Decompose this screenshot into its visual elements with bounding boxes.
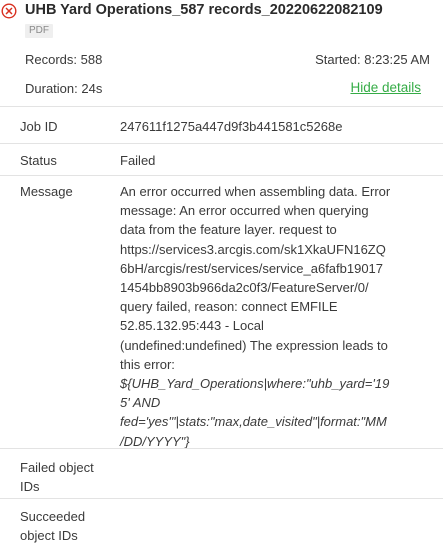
format-badge: PDF [25, 24, 53, 38]
detail-row-job-id: Job ID 247611f1275a447d9f3b441581c5268e [0, 106, 443, 144]
detail-row-succeeded-object-ids: Succeeded object IDs [0, 498, 443, 551]
status-label: Status [20, 153, 57, 168]
detail-row-failed-object-ids: Failed object IDs [0, 448, 443, 499]
hide-details-link[interactable]: Hide details [350, 80, 421, 95]
succeeded-object-ids-label: Succeeded object IDs [20, 509, 86, 543]
message-line: this error: [120, 356, 175, 372]
status-value: Failed [120, 153, 156, 168]
message-expression-line: 5' AND [120, 395, 161, 411]
message-line: (undefined:undefined) The expression lea… [120, 337, 388, 353]
message-line: 52.85.132.95:443 - Local [120, 318, 264, 334]
duration: Duration: 24s [25, 81, 103, 96]
detail-row-message: Message An error occurred when assemblin… [0, 175, 443, 449]
started-time: Started: 8:23:25 AM [315, 52, 430, 67]
message-line: 6bH/arcgis/rest/services/service_a6fafb1… [120, 260, 384, 276]
message-label: Message [20, 184, 73, 199]
message-line: query failed, reason: connect EMFILE [120, 299, 338, 315]
detail-row-status: Status Failed [0, 143, 443, 176]
message-expression-line: fed='yes'"|stats:"max,date_visited"|form… [120, 414, 387, 430]
job-id-value: 247611f1275a447d9f3b441581c5268e [120, 119, 343, 134]
job-title: UHB Yard Operations_587 records_20220622… [25, 2, 383, 18]
job-header: UHB Yard Operations_587 records_20220622… [0, 0, 443, 106]
records-count: Records: 588 [25, 52, 103, 67]
message-expression-line: ${UHB_Yard_Operations|where:"uhb_yard='1… [120, 376, 390, 392]
message-line: message: An error occurred when querying [120, 203, 369, 219]
message-line: An error occurred when assembling data. … [120, 184, 391, 199]
failed-object-ids-label: Failed object IDs [20, 460, 94, 494]
message-line: data from the feature layer. request to [120, 222, 337, 238]
message-line: https://services3.arcgis.com/sk1XkaUFN16… [120, 241, 386, 257]
message-line: 1454bb8903b966da2c0f3/FeatureServer/0/ [120, 280, 369, 296]
error-circle-x-icon [1, 3, 17, 19]
job-detail-panel: UHB Yard Operations_587 records_20220622… [0, 0, 443, 551]
message-value: An error occurred when assembling data. … [120, 182, 400, 451]
job-id-label: Job ID [20, 119, 58, 134]
